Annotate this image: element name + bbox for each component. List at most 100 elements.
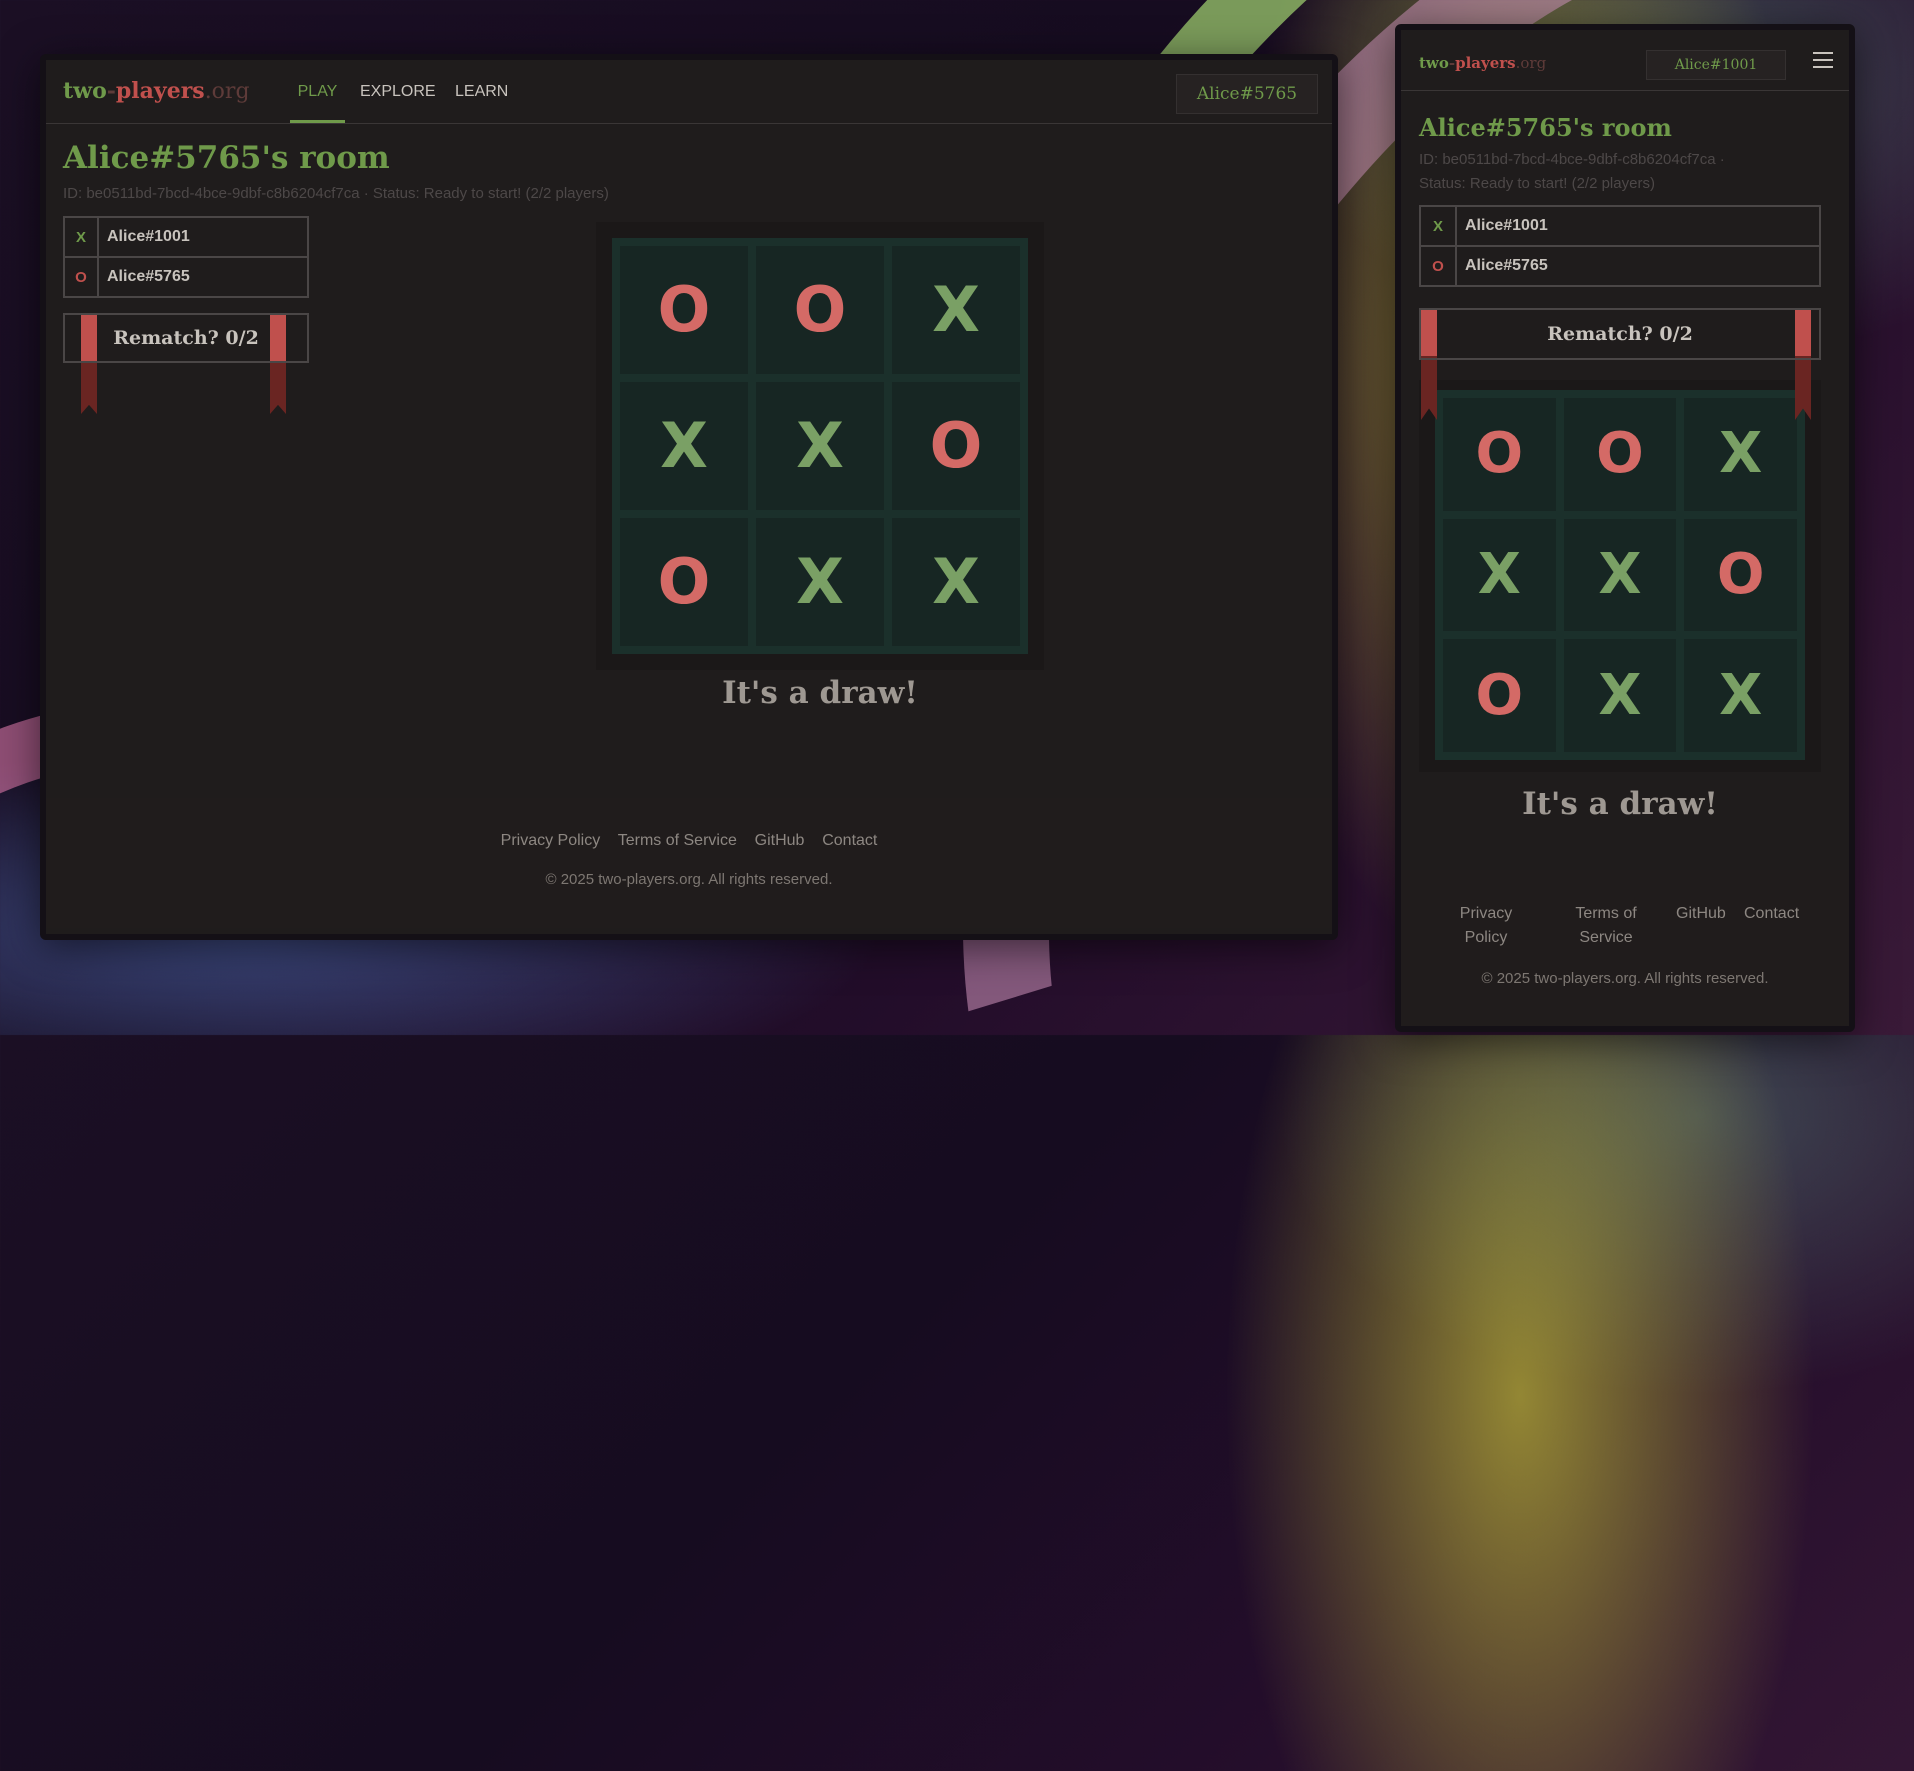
logo-separator: - [106, 78, 116, 104]
board-cell-1[interactable]: O [620, 246, 748, 374]
board-cell-8[interactable]: X [756, 518, 884, 646]
logo-part-players: players [115, 78, 205, 104]
x-mark-icon: X [1598, 541, 1642, 607]
o-mark-icon: O [657, 545, 711, 618]
footer-contact-link[interactable]: Contact [1744, 902, 1799, 926]
game-result: It's a draw! [722, 675, 918, 711]
board-cell-4[interactable]: X [620, 382, 748, 510]
player-name: Alice#1001 [1455, 205, 1821, 247]
room-title: Alice#5765's room [63, 140, 390, 176]
x-mark-icon: X [1598, 662, 1642, 728]
site-logo[interactable]: two-players.org [63, 78, 250, 104]
player-name: Alice#1001 [97, 216, 309, 258]
footer-github-link[interactable]: GitHub [1676, 902, 1726, 926]
rematch-button[interactable]: Rematch? 0/2 [1419, 308, 1821, 360]
table-row: X Alice#1001 [1419, 205, 1821, 247]
board-cell-9[interactable]: X [1684, 639, 1797, 752]
board-cell-6[interactable]: O [1684, 518, 1797, 632]
o-mark-icon: O [1475, 421, 1524, 487]
player-mark: X [63, 216, 99, 258]
ribbon-decoration [81, 363, 97, 414]
footer-privacy-link[interactable]: Privacy Policy [1441, 902, 1531, 950]
players-table: X Alice#1001 O Alice#5765 [1419, 205, 1821, 287]
footer-privacy-link[interactable]: Privacy Policy [501, 832, 601, 849]
mobile-browser-window: two-players.org Alice#1001 Alice#5765's … [1395, 24, 1855, 1032]
nav-play[interactable]: PLAY [290, 60, 345, 123]
x-mark-icon: X [796, 409, 844, 482]
player-name: Alice#5765 [1455, 245, 1821, 287]
x-mark-icon: X [1477, 541, 1521, 607]
site-header: two-players.org Alice#1001 [1401, 30, 1849, 91]
nav-learn[interactable]: LEARN [455, 60, 508, 123]
o-mark-icon: O [793, 273, 847, 346]
room-status-line: Status: Ready to start! (2/2 players) [1419, 175, 1655, 192]
hamburger-menu-icon[interactable] [1813, 52, 1833, 73]
board-cell-2[interactable]: O [756, 246, 884, 374]
player-mark: O [1419, 245, 1457, 287]
game-board-frame: OOXXXOOXX [1419, 380, 1821, 772]
footer-terms-label: Terms of [1575, 905, 1637, 922]
user-menu-button[interactable]: Alice#1001 [1646, 50, 1786, 80]
x-mark-icon: X [660, 409, 708, 482]
footer-copyright: © 2025 two-players.org. All rights reser… [1481, 970, 1769, 987]
board-cell-3[interactable]: X [1684, 398, 1797, 511]
x-mark-icon: X [932, 273, 980, 346]
o-mark-icon: O [929, 409, 983, 482]
room-id-line: ID: be0511bd-7bcd-4bce-9dbf-c8b6204cf7ca… [1419, 151, 1725, 168]
x-mark-icon: X [1719, 662, 1763, 728]
footer-terms-link[interactable]: Terms of Service [1556, 902, 1656, 950]
board-cell-1[interactable]: O [1443, 398, 1556, 511]
game-result: It's a draw! [1522, 786, 1718, 822]
site-footer: Privacy Policy Terms of Service GitHub C… [46, 798, 1332, 928]
players-table: X Alice#1001 O Alice#5765 [63, 216, 309, 298]
board-cell-5[interactable]: X [1563, 518, 1677, 632]
player-mark: X [1419, 205, 1457, 247]
logo-part-org: .org [204, 79, 250, 104]
board-cell-9[interactable]: X [892, 518, 1020, 646]
player-mark: O [63, 256, 99, 298]
desktop-browser-window: two-players.org PLAY EXPLORE LEARN Alice… [40, 54, 1338, 940]
footer-terms-link[interactable]: Terms of Service [618, 832, 737, 849]
game-board: OOXXXOOXX [1435, 390, 1805, 760]
o-mark-icon: O [657, 273, 711, 346]
footer-contact-link[interactable]: Contact [822, 832, 877, 849]
game-board-frame: OOXXXOOXX [596, 222, 1044, 670]
nav-explore[interactable]: EXPLORE [360, 60, 436, 123]
logo-part-two: two [1419, 54, 1449, 72]
x-mark-icon: X [796, 545, 844, 618]
site-header: two-players.org PLAY EXPLORE LEARN Alice… [46, 60, 1332, 124]
board-cell-4[interactable]: X [1443, 518, 1556, 632]
rematch-button[interactable]: Rematch? 0/2 [63, 313, 309, 363]
game-board: OOXXXOOXX [612, 238, 1028, 654]
board-cell-6[interactable]: O [892, 382, 1020, 510]
table-row: X Alice#1001 [63, 216, 309, 258]
x-mark-icon: X [932, 545, 980, 618]
board-cell-7[interactable]: O [620, 518, 748, 646]
board-cell-2[interactable]: O [1563, 398, 1677, 511]
board-cell-5[interactable]: X [756, 382, 884, 510]
ribbon-decoration [270, 363, 286, 414]
o-mark-icon: O [1716, 541, 1765, 607]
footer-copyright: © 2025 two-players.org. All rights reser… [545, 871, 833, 888]
o-mark-icon: O [1596, 421, 1644, 487]
logo-part-players: players [1455, 54, 1516, 72]
room-meta: ID: be0511bd-7bcd-4bce-9dbf-c8b6204cf7ca… [63, 185, 609, 202]
player-name: Alice#5765 [97, 256, 309, 298]
logo-part-org: .org [1515, 54, 1547, 72]
board-cell-3[interactable]: X [892, 246, 1020, 374]
footer-terms-label: Service [1579, 929, 1633, 946]
room-title: Alice#5765's room [1419, 113, 1672, 142]
board-cell-8[interactable]: X [1563, 639, 1677, 752]
footer-privacy-label: Policy [1464, 929, 1508, 946]
table-row: O Alice#5765 [63, 256, 309, 298]
o-mark-icon: O [1475, 662, 1524, 728]
footer-links: Privacy Policy Terms of Service GitHub C… [46, 832, 1332, 850]
board-cell-7[interactable]: O [1443, 639, 1556, 752]
footer-github-link[interactable]: GitHub [755, 832, 805, 849]
x-mark-icon: X [1719, 421, 1763, 487]
logo-part-two: two [63, 78, 107, 104]
room-meta: ID: be0511bd-7bcd-4bce-9dbf-c8b6204cf7ca… [1419, 148, 1819, 196]
user-menu-button[interactable]: Alice#5765 [1176, 74, 1318, 114]
footer-privacy-label: Privacy [1459, 905, 1513, 922]
site-logo[interactable]: two-players.org [1419, 54, 1546, 72]
